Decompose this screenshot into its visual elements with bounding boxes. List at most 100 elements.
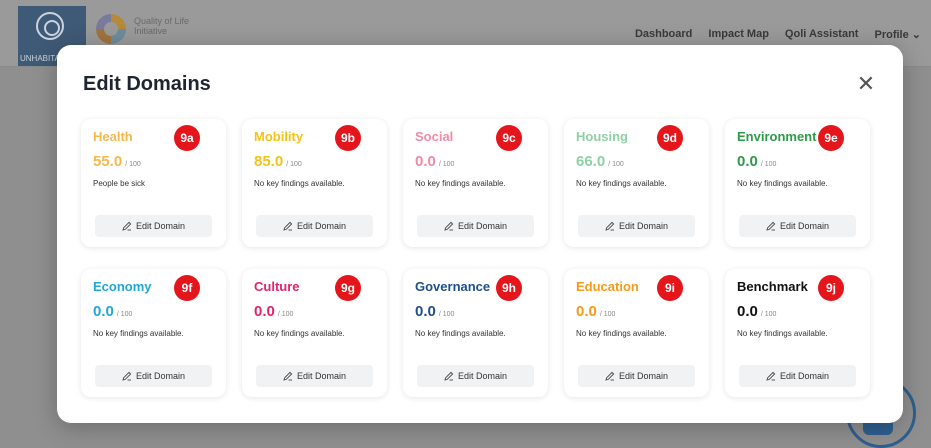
edit-domain-label: Edit Domain [618,371,669,381]
edit-domain-button[interactable]: Edit Domain [739,365,856,387]
nav-profile[interactable]: Profile ⌄ [874,28,921,41]
edit-domains-modal: Edit Domains ✕ Health 9a 55.0 / 100 Peop… [57,45,903,423]
score-out-of: / 100 [760,311,777,318]
pencil-icon [283,221,293,231]
domain-badge: 9g [335,275,361,301]
score-out-of: / 100 [438,311,455,318]
domain-score: 0.0 [737,303,758,320]
edit-domain-label: Edit Domain [618,221,669,231]
pencil-icon [444,221,454,231]
score-line: 0.0 / 100 [737,303,858,321]
edit-domain-button[interactable]: Edit Domain [95,215,212,237]
score-line: 55.0 / 100 [93,153,214,171]
edit-domain-label: Edit Domain [296,221,347,231]
domain-badge: 9d [657,125,683,151]
edit-domain-button[interactable]: Edit Domain [95,365,212,387]
domain-card-housing: Housing 9d 66.0 / 100 No key findings av… [564,119,709,247]
domain-score: 0.0 [415,303,436,320]
domain-badge: 9b [335,125,361,151]
score-out-of: / 100 [277,311,294,318]
pencil-icon [605,371,615,381]
domain-card-health: Health 9a 55.0 / 100 People be sick Edit… [81,119,226,247]
edit-domain-label: Edit Domain [457,371,508,381]
globe-icon [36,12,64,40]
score-out-of: / 100 [116,311,133,318]
pencil-icon [122,371,132,381]
domain-score: 0.0 [93,303,114,320]
domain-score: 0.0 [737,153,758,170]
edit-domain-button[interactable]: Edit Domain [256,365,373,387]
domain-score: 0.0 [254,303,275,320]
pencil-icon [766,371,776,381]
nav-qoli-assistant[interactable]: Qoli Assistant [785,28,859,41]
domain-key-finding: No key findings available. [576,179,667,188]
score-out-of: / 100 [599,311,616,318]
edit-domain-label: Edit Domain [135,221,186,231]
domain-card-environment: Environment 9e 0.0 / 100 No key findings… [725,119,870,247]
nav-profile-label: Profile [874,29,909,41]
domain-badge: 9e [818,125,844,151]
edit-domain-label: Edit Domain [779,221,830,231]
domain-key-finding: No key findings available. [737,329,828,338]
edit-domain-button[interactable]: Edit Domain [417,365,534,387]
pencil-icon [444,371,454,381]
edit-domain-button[interactable]: Edit Domain [578,365,695,387]
edit-domain-button[interactable]: Edit Domain [417,215,534,237]
top-nav: Dashboard Impact Map Qoli Assistant Prof… [635,28,931,41]
score-line: 0.0 / 100 [254,303,375,321]
pencil-icon [283,371,293,381]
domain-score: 85.0 [254,153,284,170]
score-out-of: / 100 [760,161,777,168]
domain-card-governance: Governance 9h 0.0 / 100 No key findings … [403,269,548,397]
score-out-of: / 100 [608,161,624,168]
domain-key-finding: People be sick [93,179,146,188]
domain-key-finding: No key findings available. [415,179,506,188]
domain-score: 0.0 [415,153,436,170]
domain-key-finding: No key findings available. [737,179,828,188]
pencil-icon [766,221,776,231]
domain-badge: 9i [657,275,683,301]
domain-score: 0.0 [576,303,597,320]
score-line: 85.0 / 100 [254,153,375,171]
qoli-logo-text: Quality of Life Initiative [134,16,190,36]
nav-dashboard[interactable]: Dashboard [635,28,692,41]
pencil-icon [605,221,615,231]
pencil-icon [122,221,132,231]
qoli-ring-icon [96,14,126,44]
score-line: 0.0 / 100 [415,153,536,171]
edit-domain-button[interactable]: Edit Domain [256,215,373,237]
score-line: 0.0 / 100 [93,303,214,321]
domain-key-finding: No key findings available. [254,179,345,188]
domain-card-benchmark: Benchmark 9j 0.0 / 100 No key findings a… [725,269,870,397]
score-out-of: / 100 [438,161,455,168]
edit-domain-button[interactable]: Edit Domain [739,215,856,237]
score-line: 0.0 / 100 [737,153,858,171]
domain-score: 66.0 [576,153,606,170]
domain-key-finding: No key findings available. [415,329,506,338]
edit-domain-button[interactable]: Edit Domain [578,215,695,237]
edit-domain-label: Edit Domain [779,371,830,381]
domain-card-education: Education 9i 0.0 / 100 No key findings a… [564,269,709,397]
score-line: 0.0 / 100 [415,303,536,321]
domain-key-finding: No key findings available. [254,329,345,338]
chevron-down-icon: ⌄ [911,29,921,41]
edit-domain-label: Edit Domain [457,221,508,231]
domain-card-economy: Economy 9f 0.0 / 100 No key findings ava… [81,269,226,397]
edit-domain-label: Edit Domain [296,371,347,381]
score-line: 66.0 / 100 [576,153,697,171]
domain-card-culture: Culture 9g 0.0 / 100 No key findings ava… [242,269,387,397]
domain-badge: 9j [818,275,844,301]
domain-key-finding: No key findings available. [93,329,184,338]
nav-impact-map[interactable]: Impact Map [708,28,769,41]
domain-badge: 9c [496,125,522,151]
domain-badge: 9f [174,275,200,301]
score-line: 0.0 / 100 [576,303,697,321]
domain-score: 55.0 [93,153,123,170]
close-icon[interactable]: ✕ [853,71,879,97]
domain-badge: 9h [496,275,522,301]
edit-domain-label: Edit Domain [135,371,186,381]
domain-card-mobility: Mobility 9b 85.0 / 100 No key findings a… [242,119,387,247]
domain-grid: Health 9a 55.0 / 100 People be sick Edit… [81,119,889,397]
modal-title: Edit Domains [83,73,211,95]
domain-badge: 9a [174,125,200,151]
